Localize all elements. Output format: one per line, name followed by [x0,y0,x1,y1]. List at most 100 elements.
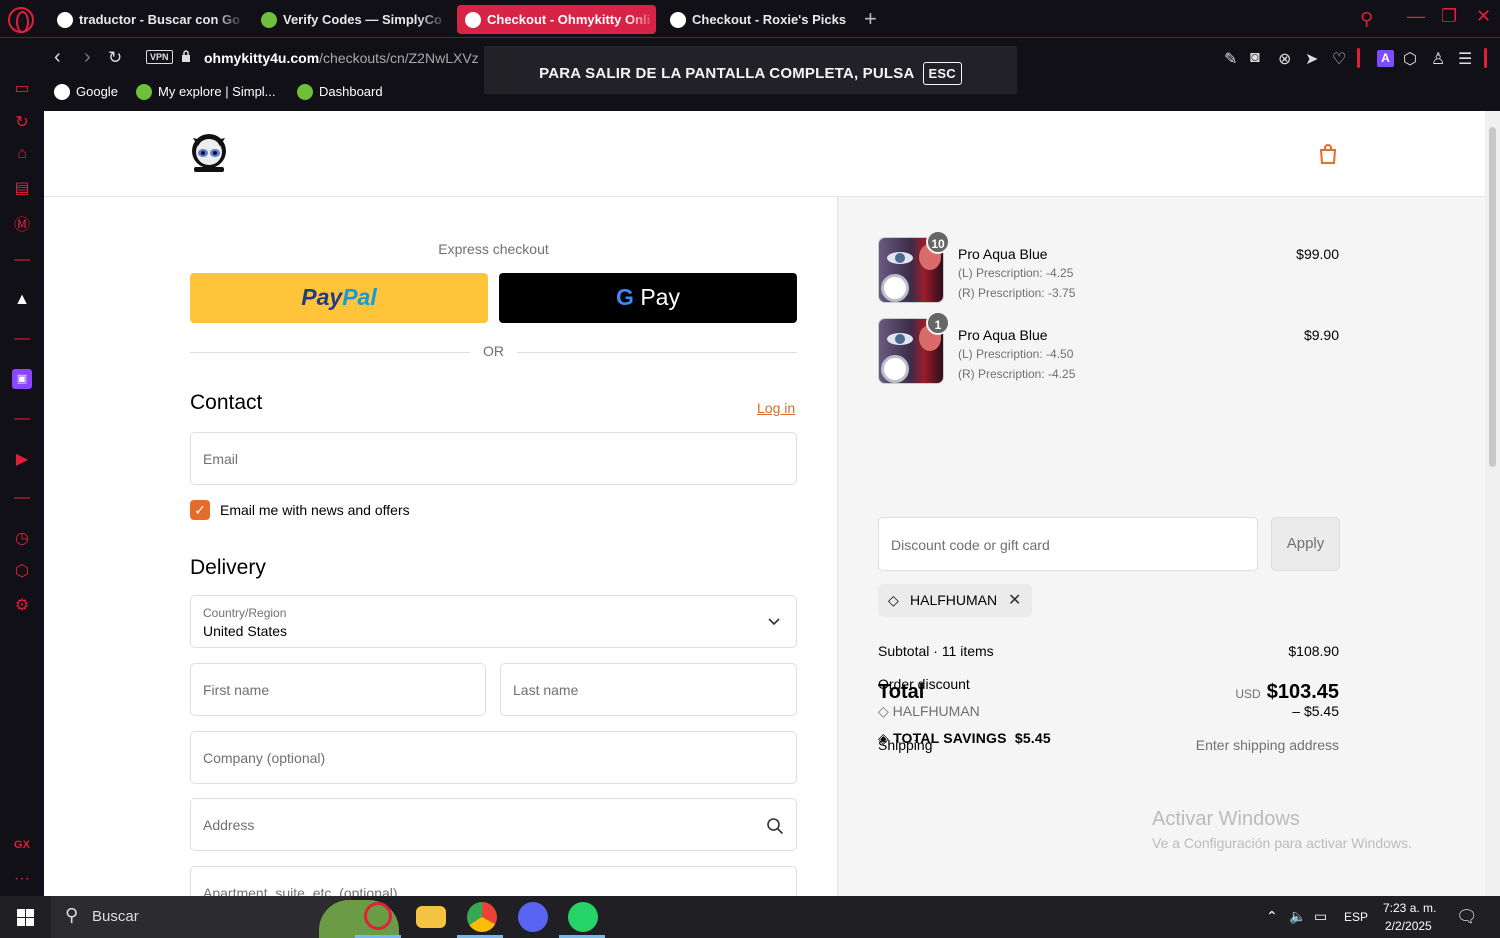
company-field[interactable]: Company (optional) [190,731,797,784]
profile-icon[interactable]: ♙ [1431,49,1445,69]
heart-icon[interactable]: ♡ [1332,49,1346,69]
gx-corner-icon[interactable]: ⌂ [12,145,32,163]
address-field[interactable]: Address [190,798,797,851]
tab-checkout-roxies[interactable]: Checkout - Roxie's Picks [662,5,858,34]
apply-discount-button[interactable]: Apply [1271,517,1340,571]
player-play-icon[interactable]: ▶ [12,449,32,469]
apartment-field[interactable]: Apartment, suite, etc. (optional) [190,866,797,896]
item-price: $99.00 [1296,246,1339,262]
windows-start-icon[interactable] [17,909,34,926]
login-link[interactable]: Log in [757,400,795,416]
tab-checkout-ohmykitty[interactable]: Checkout - Ohmykitty Onli [457,5,656,34]
discount-code-input[interactable]: Discount code or gift card [878,517,1258,571]
simplycodes-icon [261,12,277,28]
back-icon[interactable]: ‹ [54,46,61,69]
scrollbar-thumb[interactable] [1489,127,1496,467]
network-icon[interactable]: ▭ [1314,908,1327,925]
extensions-icon[interactable]: ⬡ [12,561,32,581]
paypal-button[interactable]: PayPal [190,273,488,323]
order-discount-value: – $5.45 [1292,703,1339,719]
bookmark-dashboard[interactable]: Dashboard [297,84,383,100]
shipping-value: Enter shipping address [1195,737,1339,753]
clock-date[interactable]: 2/2/2025 [1385,919,1432,933]
player-icon[interactable]: ▤ [12,178,32,198]
gx-label[interactable]: GX [12,839,32,851]
bookmark-my-explore[interactable]: My explore | Simpl... [136,84,276,100]
tab-search-icon[interactable]: ⚲ [1360,9,1373,30]
discord-icon[interactable] [518,902,548,932]
url-field[interactable]: ohmykitty4u.com/checkouts/cn/Z2NwLXVz [204,50,479,66]
fullscreen-notice: PARA SALIR DE LA PANTALLA COMPLETA, PULS… [484,46,1017,94]
tab-google[interactable]: traductor - Buscar con Go [49,5,245,34]
newsletter-checkbox[interactable]: ✓ [190,500,210,520]
google-icon [54,84,70,100]
tag-icon: ◇ [888,592,899,608]
email-field[interactable]: Email [190,432,797,485]
gx-cleaner-icon[interactable]: ↻ [12,112,32,132]
lock-icon [182,50,190,62]
country-select[interactable]: Country/Region United States [190,595,797,648]
new-tab-icon[interactable]: + [864,6,877,32]
browser-sidebar: ▭ ↻ ⌂ ▤ Ⓜ — ▲ — ▣ — ▶ — ◷ ⬡ ⚙ GX ··· [0,38,44,896]
volume-icon[interactable]: 🔈 [1289,908,1306,925]
forward-icon[interactable]: › [84,46,91,69]
item-option: (R) Prescription: -3.75 [958,286,1076,300]
or-divider-label: OR [483,343,504,359]
express-checkout-label: Express checkout [438,241,549,257]
search-icon [767,818,784,835]
whatsapp-icon[interactable] [568,902,598,932]
checkout-form: Express checkout PayPal G Pay OR Contact… [44,197,837,896]
google-pay-button[interactable]: G Pay [499,273,797,323]
last-name-field[interactable]: Last name [500,663,797,716]
opera-gx-taskbar-icon[interactable] [364,902,392,930]
site-icon [670,12,686,28]
file-explorer-icon[interactable] [416,906,446,928]
more-icon[interactable]: ··· [12,870,32,888]
tab-simplycodes[interactable]: Verify Codes — SimplyCo [253,5,448,34]
tab-bar: traductor - Buscar con Go Verify Codes —… [0,0,1500,38]
simplycodes-icon [297,84,313,100]
windows-activation-watermark: Activar Windows Ve a Configuración para … [1152,808,1412,851]
store-logo[interactable] [190,132,228,174]
subtotal-label: Subtotal · 11 items [878,643,994,659]
camera-icon[interactable]: ◙ [1250,49,1260,67]
cube-icon[interactable]: ⬡ [1403,49,1417,69]
item-option: (R) Prescription: -4.25 [958,367,1076,381]
pinned-app-icon[interactable]: ▲ [12,291,32,309]
taskbar-search[interactable]: ⚲ Buscar [51,896,399,938]
contact-heading: Contact [190,391,263,414]
easy-setup-icon[interactable]: ☰ [1458,49,1472,69]
chrome-icon[interactable] [467,902,497,932]
minimize-icon[interactable]: — [1407,6,1425,27]
opera-menu-icon[interactable] [8,7,34,33]
history-icon[interactable]: ◷ [12,528,32,548]
extension-icon[interactable]: A [1377,50,1394,67]
bookmark-google[interactable]: Google [54,84,118,100]
twitch-icon[interactable]: ▣ [12,369,32,389]
adblock-icon[interactable]: ⊗ [1278,49,1291,69]
snapshot-edit-icon[interactable]: ✎ [1224,49,1237,69]
remove-discount-icon[interactable]: ✕ [1008,590,1021,610]
total-label: Total [878,681,925,703]
total-savings: ◈ TOTAL SAVINGS $5.45 [878,730,1051,746]
newsletter-label: Email me with news and offers [220,502,410,518]
settings-gear-icon[interactable]: ⚙ [12,595,32,615]
tray-chevron-icon[interactable]: ⌃ [1266,908,1278,925]
gx-control-icon[interactable]: ▭ [12,78,32,98]
page-scrollbar[interactable] [1485,111,1500,896]
send-icon[interactable]: ➤ [1305,49,1318,69]
messenger-icon[interactable]: Ⓜ [12,211,32,235]
restore-icon[interactable]: ❐ [1441,6,1457,27]
windows-taskbar: ⚲ Buscar ⌃ 🔈 ▭ ESP 7:23 a. m. 2/2/2025 🗨 [0,896,1500,938]
close-icon[interactable]: ✕ [1476,6,1491,27]
clock-time[interactable]: 7:23 a. m. [1383,901,1436,915]
language-indicator[interactable]: ESP [1344,910,1368,924]
item-option: (L) Prescription: -4.50 [958,347,1074,361]
vpn-badge[interactable]: VPN [146,50,173,64]
first-name-field[interactable]: First name [190,663,486,716]
quantity-badge: 1 [926,311,950,335]
notifications-icon[interactable]: 🗨 [1456,907,1478,927]
shopping-bag-icon[interactable] [1318,143,1338,165]
item-option: (L) Prescription: -4.25 [958,266,1074,280]
reload-icon[interactable]: ↻ [108,48,122,68]
